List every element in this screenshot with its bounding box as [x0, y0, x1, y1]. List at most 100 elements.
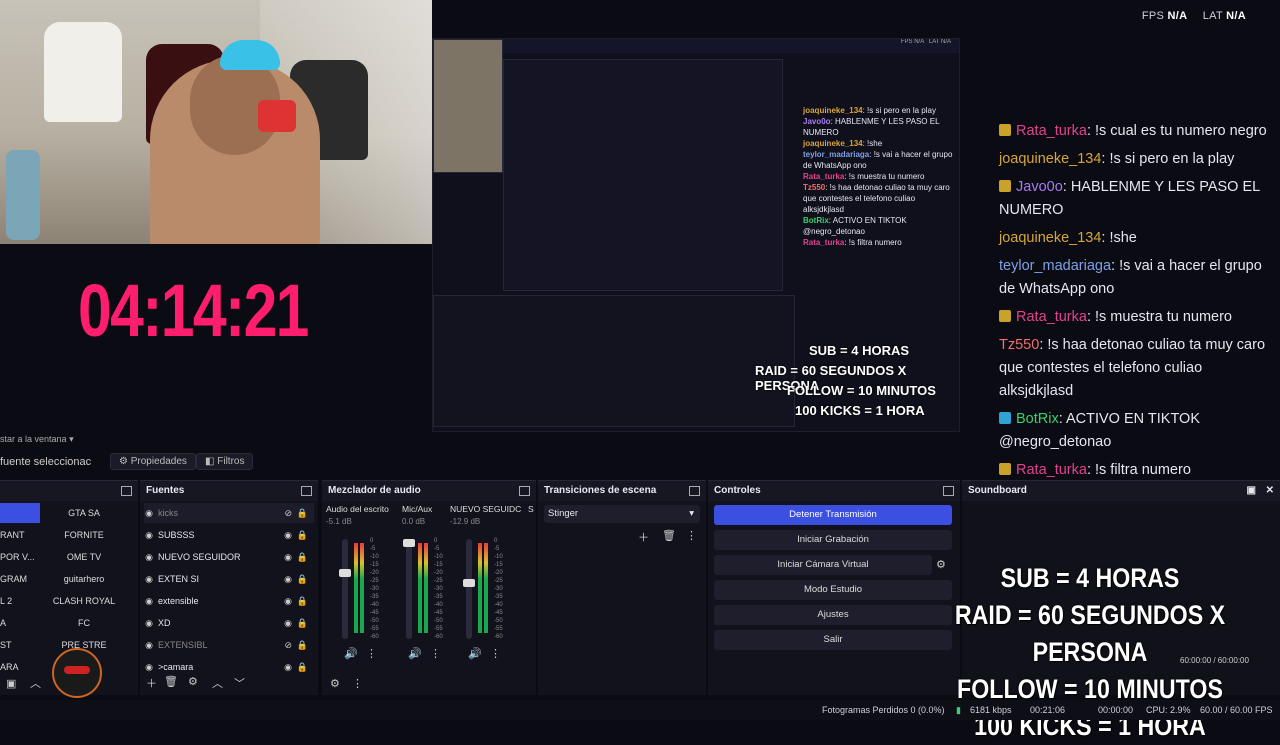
- scene-item[interactable]: ST: [0, 635, 40, 655]
- ajustes-button[interactable]: Ajustes: [714, 605, 952, 625]
- salir-button[interactable]: Salir: [714, 630, 952, 650]
- source-item[interactable]: ◉ EXTENSIBL ⊘ 🔒: [144, 635, 314, 655]
- scene-item[interactable]: GRAM: [0, 569, 40, 589]
- fader-knob[interactable]: [463, 579, 475, 587]
- chevron-up-icon[interactable]: ︿: [212, 675, 223, 691]
- scene-item[interactable]: [0, 503, 40, 523]
- eye-icon[interactable]: ◉: [284, 657, 292, 677]
- scene-item[interactable]: guitarhero: [44, 569, 124, 589]
- chat-username[interactable]: joaquineke_134: [999, 230, 1101, 246]
- kebab-menu-icon[interactable]: ⋮: [352, 677, 363, 690]
- scene-item[interactable]: ARA: [0, 657, 40, 677]
- chat-text: : !s muestra tu numero: [1086, 309, 1232, 325]
- chat-username[interactable]: joaquineke_134: [999, 151, 1101, 167]
- dropped-frames: Fotogramas Perdidos 0 (0.0%): [822, 705, 945, 715]
- add-transition-button[interactable]: ＋: [638, 529, 649, 545]
- filters-button[interactable]: ◧ Filtros: [196, 453, 254, 470]
- source-type-icon: ◉: [145, 618, 153, 628]
- speaker-icon[interactable]: 🔊: [408, 647, 422, 660]
- scene-item[interactable]: L 2: [0, 591, 40, 611]
- speaker-icon[interactable]: 🔊: [344, 647, 358, 660]
- scene-item[interactable]: A: [0, 613, 40, 633]
- speaker-icon[interactable]: 🔊: [468, 647, 482, 660]
- eye-icon[interactable]: ◉: [284, 613, 292, 633]
- iniciar-c-mara-virtual-button[interactable]: Iniciar Cámara Virtual: [714, 555, 932, 575]
- eye-icon[interactable]: ⊘: [284, 503, 292, 523]
- popout-icon[interactable]: ▣: [1247, 481, 1256, 501]
- eye-icon[interactable]: ◉: [284, 569, 292, 589]
- kebab-menu-icon[interactable]: ⋮: [366, 647, 377, 660]
- add-source-button[interactable]: ＋: [146, 675, 157, 691]
- scene-item[interactable]: OME TV: [44, 547, 124, 567]
- source-item[interactable]: ◉ SUBSSS ◉ 🔒: [144, 525, 314, 545]
- fader-knob[interactable]: [403, 539, 415, 547]
- badge-icon: [999, 180, 1011, 192]
- eye-icon[interactable]: ⊘: [284, 635, 292, 655]
- chat-message: teylor_madariaga: !s vai a hacer el grup…: [999, 255, 1280, 301]
- lat-label: LAT: [1202, 10, 1223, 22]
- eye-icon[interactable]: ◉: [284, 591, 292, 611]
- lock-icon[interactable]: 🔒: [297, 657, 308, 677]
- chat-username[interactable]: teylor_madariaga: [999, 258, 1111, 274]
- kebab-menu-icon[interactable]: ⋮: [490, 647, 501, 660]
- popout-icon[interactable]: [301, 486, 312, 496]
- iniciar-grabaci-n-button[interactable]: Iniciar Grabación: [714, 530, 952, 550]
- scene-item[interactable]: RANT: [0, 525, 40, 545]
- source-item[interactable]: ◉ XD ◉ 🔒: [144, 613, 314, 633]
- sources-dock: Fuentes ◉ kicks ⊘ 🔒 ◉ SUBSSS ◉ 🔒 ◉ NUEVO SEGUIDOR…: [140, 480, 318, 695]
- transition-select[interactable]: Stinger ▾: [544, 505, 700, 523]
- properties-button[interactable]: ⚙ Propiedades: [110, 453, 196, 470]
- lock-icon[interactable]: 🔒: [297, 635, 308, 655]
- source-item[interactable]: ◉ extensible ◉ 🔒: [144, 591, 314, 611]
- scene-item[interactable]: CLASH ROYAL: [44, 591, 124, 611]
- volume-fader[interactable]: [463, 539, 475, 639]
- lock-icon[interactable]: 🔒: [297, 613, 308, 633]
- chevron-down-icon[interactable]: ▾: [69, 434, 74, 444]
- popout-icon[interactable]: [943, 486, 954, 496]
- chat-username[interactable]: Tz550: [999, 337, 1039, 353]
- close-icon[interactable]: ✕: [1266, 481, 1274, 501]
- lock-icon[interactable]: 🔒: [297, 569, 308, 589]
- mixer-settings-icon[interactable]: ⚙: [330, 677, 340, 690]
- chat-username[interactable]: Rata_turka: [1016, 462, 1087, 478]
- chat-username[interactable]: Javo0o: [1016, 179, 1063, 195]
- scene-item[interactable]: FC: [44, 613, 124, 633]
- record-time: 00:00:00: [1098, 705, 1134, 715]
- kebab-menu-icon[interactable]: ⋮: [686, 529, 697, 542]
- lock-icon[interactable]: 🔒: [297, 547, 308, 567]
- lock-icon[interactable]: 🔒: [297, 503, 308, 523]
- fader-knob[interactable]: [339, 569, 351, 577]
- volume-fader[interactable]: [339, 539, 351, 639]
- eye-icon[interactable]: ◉: [284, 525, 292, 545]
- chevron-down-icon[interactable]: ﹀: [234, 675, 245, 691]
- popout-icon[interactable]: [689, 486, 700, 496]
- chat-message: Javo0o: HABLENME Y LES PASO EL NUMERO: [999, 176, 1280, 222]
- chat-username[interactable]: Rata_turka: [1016, 123, 1087, 139]
- gear-icon[interactable]: ⚙: [188, 675, 198, 688]
- scene-item[interactable]: GTA SA: [44, 503, 124, 523]
- trash-icon[interactable]: 🗑: [164, 675, 178, 688]
- kebab-menu-icon[interactable]: ⋮: [430, 647, 441, 660]
- source-item[interactable]: ◉ NUEVO SEGUIDOR ◉ 🔒: [144, 547, 314, 567]
- scene-item[interactable]: POR V...: [0, 547, 40, 567]
- lock-icon[interactable]: 🔒: [297, 591, 308, 611]
- popout-icon[interactable]: [121, 486, 132, 496]
- detener-transmisi-n-button[interactable]: Detener Transmisión: [714, 505, 952, 525]
- blue-hair: [220, 40, 280, 70]
- source-item[interactable]: ◉ kicks ⊘ 🔒: [144, 503, 314, 523]
- chat-text: : !she: [1101, 230, 1137, 246]
- chevron-up-icon[interactable]: ︿: [30, 675, 41, 691]
- trash-icon[interactable]: 🗑: [662, 529, 676, 542]
- sources-title: Fuentes: [146, 485, 185, 496]
- volume-fader[interactable]: [403, 539, 415, 639]
- panel-icon[interactable]: ▣: [6, 677, 16, 690]
- source-item[interactable]: ◉ >camara ◉ 🔒: [144, 657, 314, 677]
- source-item[interactable]: ◉ EXTEN SI ◉ 🔒: [144, 569, 314, 589]
- lock-icon[interactable]: 🔒: [297, 525, 308, 545]
- modo-estudio-button[interactable]: Modo Estudio: [714, 580, 952, 600]
- scene-item[interactable]: FORNITE: [44, 525, 124, 545]
- chat-username[interactable]: Rata_turka: [1016, 309, 1087, 325]
- chat-username[interactable]: BotRix: [1016, 411, 1059, 427]
- eye-icon[interactable]: ◉: [284, 547, 292, 567]
- popout-icon[interactable]: [519, 486, 530, 496]
